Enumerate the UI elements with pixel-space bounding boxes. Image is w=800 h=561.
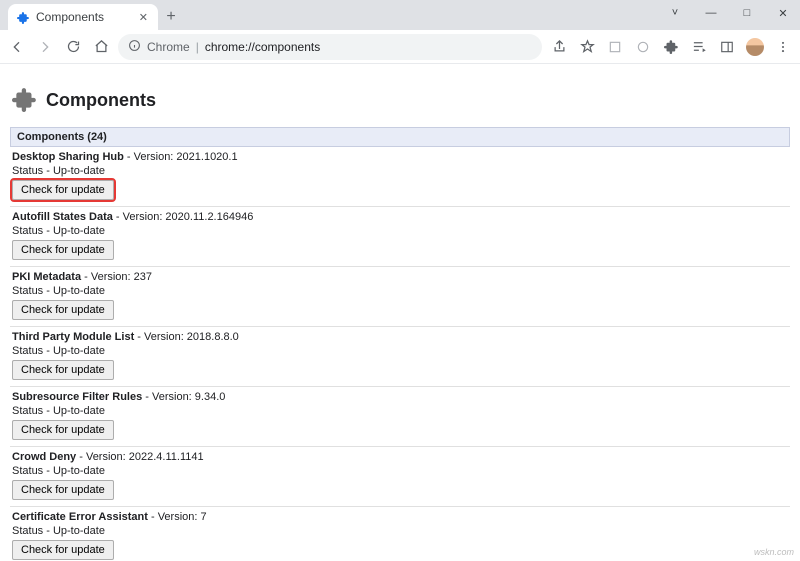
toolbar-square-icon[interactable] (606, 38, 624, 56)
component-title: Autofill States Data - Version: 2020.11.… (12, 211, 788, 223)
component-title: Crowd Deny - Version: 2022.4.11.1141 (12, 451, 788, 463)
omnibox-host: Chrome (147, 40, 190, 54)
omnibox-separator: | (196, 40, 199, 54)
content-viewport[interactable]: Components Components (24) Desktop Shari… (0, 64, 800, 561)
component-status: Status - Up-to-date (12, 525, 788, 537)
component-title: Certificate Error Assistant - Version: 7 (12, 511, 788, 523)
site-info-icon[interactable] (128, 39, 141, 55)
component-title: Third Party Module List - Version: 2018.… (12, 331, 788, 343)
component-title: Desktop Sharing Hub - Version: 2021.1020… (12, 151, 788, 163)
window-minimize-icon[interactable]: — (698, 2, 724, 24)
component-status: Status - Up-to-date (12, 345, 788, 357)
window-maximize-icon[interactable]: □ (734, 2, 760, 24)
watermark: wskn.com (754, 547, 794, 557)
component-status: Status - Up-to-date (12, 165, 788, 177)
components-count-bar: Components (24) (10, 127, 790, 147)
share-icon[interactable] (550, 38, 568, 56)
component-row: Subresource Filter Rules - Version: 9.34… (10, 387, 790, 447)
check-for-update-button[interactable]: Check for update (12, 300, 114, 320)
home-icon[interactable] (92, 38, 110, 56)
check-for-update-button[interactable]: Check for update (12, 540, 114, 560)
check-for-update-button[interactable]: Check for update (12, 180, 114, 200)
tab-close-icon[interactable]: ✕ (139, 11, 148, 24)
page-header: Components (12, 86, 790, 115)
bookmark-star-icon[interactable] (578, 38, 596, 56)
playlist-icon[interactable] (690, 38, 708, 56)
component-status: Status - Up-to-date (12, 405, 788, 417)
component-row: Certificate Error Assistant - Version: 7… (10, 507, 790, 561)
component-row: Crowd Deny - Version: 2022.4.11.1141 Stat… (10, 447, 790, 507)
tab-title: Components (36, 10, 104, 24)
menu-dots-icon[interactable] (774, 38, 792, 56)
window-close-icon[interactable]: ✕ (770, 2, 796, 24)
browser-titlebar: Components ✕ + ˅ — □ ✕ (0, 0, 800, 30)
component-row: Third Party Module List - Version: 2018.… (10, 327, 790, 387)
component-status: Status - Up-to-date (12, 285, 788, 297)
component-status: Status - Up-to-date (12, 465, 788, 477)
reload-icon[interactable] (64, 38, 82, 56)
components-list: Desktop Sharing Hub - Version: 2021.1020… (10, 147, 790, 561)
component-title: PKI Metadata - Version: 237 (12, 271, 788, 283)
omnibox-path: chrome://components (205, 40, 320, 54)
component-row: PKI Metadata - Version: 237 Status - Up-t… (10, 267, 790, 327)
page-title: Components (46, 90, 156, 111)
component-row: Desktop Sharing Hub - Version: 2021.1020… (10, 147, 790, 207)
profile-avatar[interactable] (746, 38, 764, 56)
check-for-update-button[interactable]: Check for update (12, 360, 114, 380)
check-for-update-button[interactable]: Check for update (12, 420, 114, 440)
puzzle-icon (12, 86, 38, 115)
new-tab-button[interactable]: + (158, 4, 184, 30)
puzzle-icon (16, 10, 30, 24)
window-chevron-icon[interactable]: ˅ (662, 2, 688, 24)
address-bar[interactable]: Chrome | chrome://components (118, 34, 542, 60)
window-controls: ˅ — □ ✕ (662, 2, 796, 24)
toolbar-circle-icon[interactable] (634, 38, 652, 56)
component-status: Status - Up-to-date (12, 225, 788, 237)
component-row: Autofill States Data - Version: 2020.11.… (10, 207, 790, 267)
browser-tab[interactable]: Components ✕ (8, 4, 158, 30)
extensions-puzzle-icon[interactable] (662, 38, 680, 56)
check-for-update-button[interactable]: Check for update (12, 480, 114, 500)
browser-toolbar: Chrome | chrome://components (0, 30, 800, 64)
back-icon[interactable] (8, 38, 26, 56)
forward-icon[interactable] (36, 38, 54, 56)
component-title: Subresource Filter Rules - Version: 9.34… (12, 391, 788, 403)
side-panel-icon[interactable] (718, 38, 736, 56)
check-for-update-button[interactable]: Check for update (12, 240, 114, 260)
